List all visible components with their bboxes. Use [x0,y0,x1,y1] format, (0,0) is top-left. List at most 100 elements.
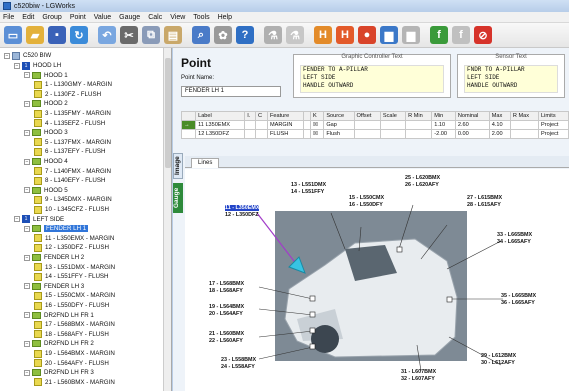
tree-group-item[interactable]: − DR2FND LH FR 2 [24,339,94,348]
grid-cell[interactable] [254,129,268,139]
label-11[interactable]: 11 - L350EMX [225,205,260,211]
collapse-icon[interactable]: − [4,52,10,59]
label-25[interactable]: 25 - L620BMX [405,175,440,181]
tree-group-item[interactable]: − FENDER LH 1 [24,224,89,233]
grid-column-header[interactable]: Scale [379,111,407,121]
tree-point-item[interactable]: 2 - L130FZ - FLUSH [34,90,101,99]
settings-icon[interactable]: ✿ [214,26,232,44]
grid-cell[interactable]: 2.60 [454,120,490,130]
tree-point-item[interactable]: 3 - L135FMY - MARGIN [34,109,111,118]
collapse-icon[interactable]: − [24,72,30,79]
grid-column-header[interactable]: Min [431,111,456,121]
tree-point-item[interactable]: 12 - L350DFZ - FLUSH [34,243,109,252]
collapse-icon[interactable]: − [24,158,30,165]
grid-cell[interactable]: Project [538,129,569,139]
tree-group-item[interactable]: − HOOD 2 [24,99,68,108]
grid-cell[interactable] [303,129,311,139]
grid-column-header[interactable]: Limits [538,111,569,121]
collapse-icon[interactable]: − [24,129,30,136]
menu-calc[interactable]: Calc [148,14,162,21]
open-icon[interactable]: ▰ [26,26,44,44]
tree-point-item[interactable]: 14 - L551FFY - FLUSH [34,272,109,281]
fx-gray-icon[interactable]: f [452,26,470,44]
grid-cell[interactable]: 2.00 [488,129,511,139]
label-24[interactable]: 24 - L558AFY [221,364,255,370]
tree-point-item[interactable]: 9 - L345DMX - MARGIN [34,195,112,204]
grid-column-header[interactable]: Source [323,111,355,121]
grid-cell[interactable] [244,129,256,139]
menu-gauge[interactable]: Gauge [119,14,140,21]
label-27[interactable]: 27 - L615BMX [467,195,502,201]
label-35[interactable]: 35 - L665BMX [501,293,536,299]
feature-grid[interactable]: Label I. C Feature K Source Offset Scale R Min Mi… [180,111,569,139]
label-31[interactable]: 31 - L607BMX [401,369,436,375]
tree-group-item[interactable]: − FENDER LH 2 [24,253,84,262]
collapse-icon[interactable]: − [24,312,30,319]
menu-help[interactable]: Help [218,14,232,21]
grid-cell[interactable] [509,129,540,139]
grid-cell[interactable] [254,120,268,130]
new-icon[interactable]: ▭ [4,26,22,44]
tree-point-item[interactable]: 19 - L564BMX - MARGIN [34,349,115,358]
tree-point-item[interactable]: 13 - L551DMX - MARGIN [34,263,115,272]
tree-root[interactable]: − C520 BIW [4,51,51,60]
grid-cell[interactable]: 11 L350EMX [195,120,246,130]
grid-column-header[interactable]: I. [244,111,256,121]
grid-cell[interactable] [353,129,381,139]
graphic-controller-text[interactable]: FENDER TO A-PILLAR LEFT SIDE HANDLE OUTW… [300,65,444,93]
group-a-icon[interactable]: ⚗ [264,26,282,44]
tree-point-item[interactable]: 7 - L140FMX - MARGIN [34,167,111,176]
grid-cell[interactable] [405,120,433,130]
marker[interactable] [446,296,453,303]
fx-icon[interactable]: f [430,26,448,44]
tab-image[interactable]: Image [173,153,183,179]
tree-point-item[interactable]: 20 - L564AFY - FLUSH [34,359,109,368]
tree-group-item[interactable]: − HOOD 5 [24,186,68,195]
grid-cell[interactable]: MARGIN [266,120,305,130]
collapse-icon[interactable]: − [14,62,20,69]
tree-section-item[interactable]: −1 HOOD LH [14,61,61,70]
grid-column-header[interactable]: Nominal [454,111,490,121]
marker[interactable] [309,295,316,302]
chart-icon[interactable]: ▆ [380,26,398,44]
help-icon[interactable]: ? [236,26,254,44]
label-13[interactable]: 13 - L551DMX [291,182,326,188]
label-18[interactable]: 18 - L568AFY [209,288,243,294]
tree-point-item[interactable]: 11 - L350EMX - MARGIN [34,234,114,243]
grid-row[interactable]: 12 L350DFZ FLUSH ☒ Flush -2.00 0.00 2.00 Projec… [180,129,569,139]
tree-section-item[interactable]: −1 LEFT SIDE [14,215,64,224]
marker[interactable] [309,343,316,350]
label-17[interactable]: 17 - L568BMX [209,281,244,287]
grid-column-header[interactable] [180,111,197,121]
grid-cell[interactable]: ☒ [310,120,325,130]
grid-column-header[interactable]: C [254,111,268,121]
menu-edit[interactable]: Edit [22,14,34,21]
collapse-icon[interactable]: − [24,369,30,376]
menu-file[interactable]: File [3,14,14,21]
tree-group-item[interactable]: − DR2FND LH FR 3 [24,368,94,377]
image-canvas[interactable]: 11 - L350EMX 12 - L350DFZ 13 - L551DMX 1… [185,169,569,391]
menu-tools[interactable]: Tools [193,14,209,21]
tree-point-item[interactable]: 15 - L550CMX - MARGIN [34,291,115,300]
hdg-add-icon[interactable]: H [314,26,332,44]
tree-point-item[interactable]: 16 - L550DFY - FLUSH [34,301,109,310]
sensor-text[interactable]: FNDR TO A-PILLAR LEFT SIDE HANDLE OUTWAR… [464,65,558,93]
label-26[interactable]: 26 - L620AFY [405,182,439,188]
hdg-remove-icon[interactable]: H [336,26,354,44]
tree-point-item[interactable]: 4 - L135EFZ - FLUSH [34,119,105,128]
tree-scroll-thumb[interactable] [165,58,171,168]
collapse-icon[interactable]: − [24,254,30,261]
menu-group[interactable]: Group [42,14,61,21]
grid-row[interactable]: → 11 L350EMX MARGIN ☒ Gap 1.10 2.60 4.10 Project [180,120,569,130]
tree-point-item[interactable]: 6 - L137EFY - FLUSH [34,147,105,156]
tree-point-item[interactable]: 21 - L560BMX - MARGIN [34,378,115,387]
grid-cell[interactable]: 0.00 [454,129,490,139]
menu-value[interactable]: Value [94,14,111,21]
label-33[interactable]: 33 - L665BMX [497,232,532,238]
grid-column-header[interactable]: R Min [405,111,433,121]
marker[interactable] [309,311,316,318]
grid-column-header[interactable]: Label [195,111,246,121]
tree-scrollbar[interactable] [163,48,171,391]
row-indicator-icon[interactable]: → [180,120,197,130]
tree-group-item[interactable]: − HOOD 3 [24,128,68,137]
